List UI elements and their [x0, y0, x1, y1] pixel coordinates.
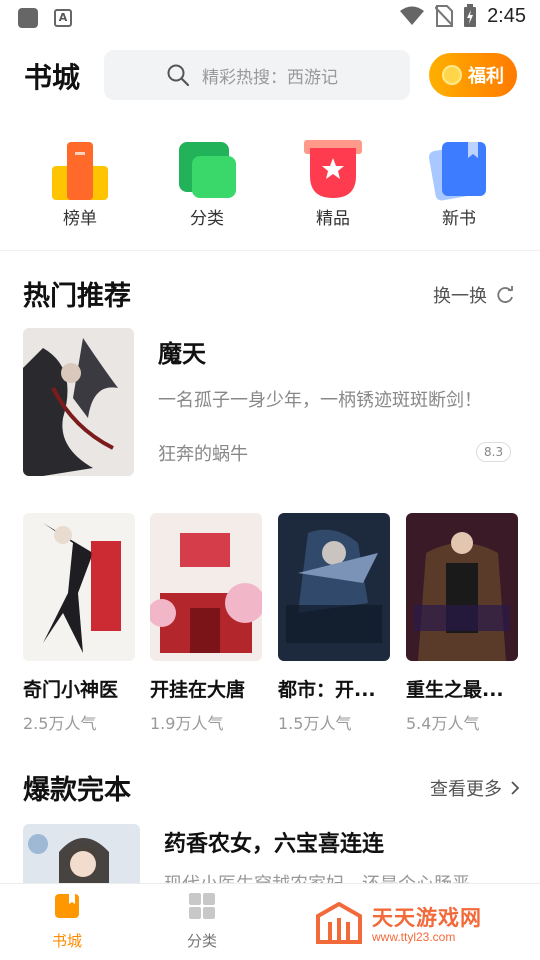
featured-book-desc: 一名孤子一身少年，一柄锈迹斑斑断剑！ — [158, 390, 482, 411]
see-more-label: 查看更多 — [430, 779, 502, 800]
book-cover — [278, 513, 390, 661]
see-more-button[interactable]: 查看更多 — [430, 775, 520, 801]
complete-book-title[interactable]: 药香农女，六宝喜连连 — [164, 826, 384, 858]
book-card[interactable]: 都市：开... 1.5万人气 — [278, 513, 390, 734]
section-title-complete: 爆款完本 — [23, 775, 131, 806]
welfare-label: 福利 — [468, 66, 504, 87]
battery-charging-icon — [464, 4, 477, 27]
category-label: 分类 — [190, 209, 224, 229]
category-icon — [176, 136, 238, 202]
wifi-icon — [400, 6, 425, 25]
new-book-icon — [428, 136, 490, 202]
grid-icon — [189, 893, 215, 919]
book-card[interactable]: 开挂在大唐 1.9万人气 — [150, 513, 262, 734]
book-cover — [150, 513, 262, 661]
category-ranking[interactable]: 榜单 — [25, 136, 135, 229]
section-title-hot: 热门推荐 — [23, 281, 131, 312]
tab-category[interactable]: 分类 — [162, 892, 242, 951]
bookstore-icon — [55, 894, 79, 918]
featured-book-score: 8.3 — [476, 442, 512, 462]
book-title: 开挂在大唐 — [150, 679, 246, 701]
featured-book-title[interactable]: 魔天 — [158, 334, 206, 369]
book-title: 奇门小神医 — [23, 679, 119, 701]
search-input[interactable]: 精彩热搜：西游记 — [104, 50, 410, 100]
book-cover — [23, 513, 135, 661]
status-bar: A 2:45 — [0, 0, 540, 36]
book-title: 重生之最... — [406, 679, 504, 701]
search-icon — [167, 64, 190, 87]
book-popularity: 5.4万人气 — [406, 714, 480, 733]
category-classify[interactable]: 分类 — [152, 136, 262, 229]
tab-label: 书城 — [51, 932, 82, 950]
book-title: 都市：开... — [278, 679, 376, 701]
chevron-right-icon — [511, 781, 520, 795]
tab-label: 分类 — [186, 932, 217, 950]
premium-icon — [302, 136, 364, 202]
ranking-icon — [49, 136, 111, 202]
book-cover — [406, 513, 518, 661]
watermark-logo — [316, 902, 362, 944]
watermark: 天天游戏网 www.ttyl23.com — [312, 900, 532, 950]
book-popularity: 2.5万人气 — [23, 714, 97, 733]
category-shortcuts: 榜单 分类 精品 新书 — [0, 136, 540, 236]
clock: 2:45 — [487, 4, 526, 27]
refresh-icon — [497, 286, 513, 303]
category-label: 精品 — [316, 209, 350, 229]
no-sim-icon — [435, 5, 454, 27]
refresh-button[interactable]: 换一换 — [433, 282, 515, 308]
notification-square-icon — [18, 8, 38, 28]
divider — [0, 250, 540, 251]
watermark-name: 天天游戏网 — [372, 906, 482, 930]
page-title: 书城 — [24, 61, 81, 94]
coin-icon — [442, 65, 462, 85]
book-card[interactable]: 重生之最... 5.4万人气 — [406, 513, 518, 734]
book-card[interactable]: 奇门小神医 2.5万人气 — [23, 513, 135, 734]
category-label: 新书 — [442, 209, 476, 229]
book-popularity: 1.9万人气 — [150, 714, 224, 733]
a-app-icon: A — [54, 9, 72, 27]
featured-book-cover[interactable] — [23, 328, 134, 476]
header: 书城 精彩热搜：西游记 福利 — [0, 44, 540, 104]
welfare-button[interactable]: 福利 — [429, 53, 517, 97]
category-premium[interactable]: 精品 — [278, 136, 388, 229]
category-label: 榜单 — [63, 209, 97, 229]
watermark-url: www.ttyl23.com — [372, 930, 456, 944]
tab-bookstore[interactable]: 书城 — [27, 892, 107, 951]
category-new-books[interactable]: 新书 — [404, 136, 514, 229]
book-popularity: 1.5万人气 — [278, 714, 352, 733]
refresh-label: 换一换 — [433, 286, 487, 307]
featured-book-author: 狂奔的蜗牛 — [158, 444, 248, 465]
search-placeholder: 精彩热搜：西游记 — [202, 67, 338, 88]
